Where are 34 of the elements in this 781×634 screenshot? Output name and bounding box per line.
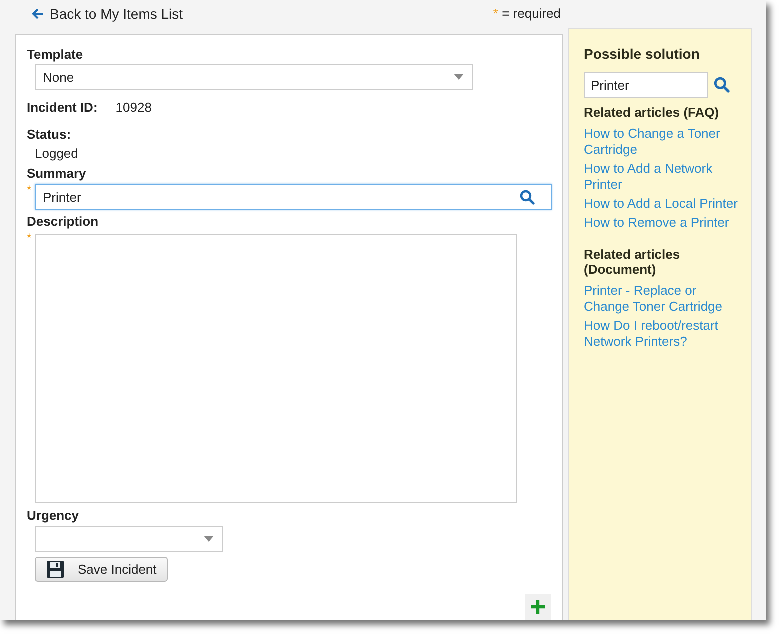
article-link[interactable]: How to Change a Toner Cartridge <box>584 126 741 158</box>
back-link[interactable]: Back to My Items List <box>32 6 184 22</box>
back-arrow-icon <box>32 8 44 20</box>
required-asterisk: * <box>27 232 33 244</box>
field-label: Template <box>27 47 84 62</box>
article-link[interactable]: How to Add a Network Printer <box>584 161 741 193</box>
article-link[interactable]: How to Remove a Printer <box>584 215 741 231</box>
incident-id-value: 10928 <box>116 100 152 115</box>
status-value: Logged <box>35 146 78 161</box>
save-button[interactable]: Save Incident <box>35 557 168 582</box>
field-label: Urgency <box>27 508 80 523</box>
plus-icon <box>530 599 546 615</box>
required-asterisk: * <box>27 184 33 196</box>
search-field[interactable]: Printer <box>584 72 708 98</box>
article-link[interactable]: How Do I reboot/restart Network Printers? <box>584 318 741 350</box>
section-heading: Related articles (FAQ) <box>584 105 720 120</box>
section-heading: Related articles (Document) <box>584 247 682 277</box>
add-button[interactable] <box>525 594 551 620</box>
dropdown-arrow-icon <box>454 74 464 80</box>
search-icon[interactable] <box>714 77 730 93</box>
description-field[interactable] <box>35 234 517 503</box>
dropdown-arrow-icon <box>204 536 214 542</box>
field-label: Description <box>27 214 99 229</box>
summary-field[interactable]: Printer <box>35 184 552 210</box>
field-label: Incident ID: <box>27 100 98 115</box>
field-label: Summary <box>27 166 86 181</box>
required-note: = required <box>502 6 561 21</box>
article-link[interactable]: How to Add a Local Printer <box>584 196 741 212</box>
field-label: Status: <box>27 127 72 142</box>
article-link[interactable]: Printer - Replace or Change Toner Cartridge <box>584 283 741 315</box>
required-asterisk: * <box>493 6 498 21</box>
template-dropdown[interactable]: None <box>35 64 473 90</box>
panel-title: Possible solution <box>584 46 701 62</box>
search-icon <box>520 190 535 204</box>
